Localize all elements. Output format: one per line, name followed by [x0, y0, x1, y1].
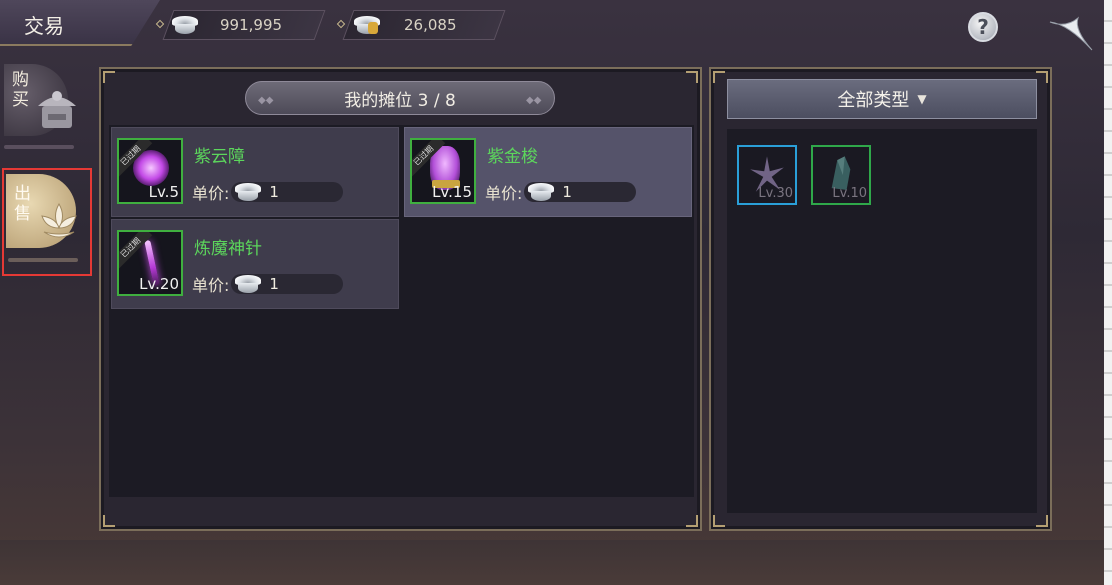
price-value: 1 [269, 183, 279, 201]
price-pill: 1 [524, 182, 637, 202]
bound-silver-currency: 26,085 [352, 10, 457, 40]
purple-shuttle-icon: 已过期 Lv.15 [410, 138, 476, 204]
item-level: Lv.5 [148, 183, 179, 201]
price-value: 1 [562, 183, 572, 201]
silver-ingot-icon [170, 16, 200, 34]
price-label: 单价: [485, 184, 523, 203]
shop-stall-icon [38, 91, 76, 128]
stall-header: ◆◆ 我的摊位 3 / 8 ◆◆ [245, 81, 555, 115]
ornament-icon: ◆◆ [526, 95, 542, 106]
inventory-panel: 全部类型 ▼ Lv.30 Lv.10 [709, 67, 1052, 531]
stall-panel: ◆◆ 我的摊位 3 / 8 ◆◆ 已过期 Lv.5 紫云障 单价: 1 已过期 … [99, 67, 702, 531]
tab-sell[interactable]: 出售 [2, 168, 92, 276]
silver-ingot-icon [233, 183, 263, 201]
stall-item[interactable]: 已过期 Lv.5 紫云障 单价: 1 [111, 127, 399, 217]
tab-sell-label: 出售 [14, 184, 31, 224]
price-pill: 1 [231, 182, 344, 202]
silver-ingot-icon [233, 275, 263, 293]
page-title: 交易 [24, 14, 64, 38]
help-button[interactable]: ? [968, 12, 998, 42]
inventory-item[interactable]: Lv.10 [811, 145, 871, 205]
bound-silver-amount: 26,085 [404, 16, 457, 34]
divider-swirl [4, 145, 74, 149]
silver-amount: 991,995 [220, 16, 283, 34]
item-level: Lv.15 [432, 183, 472, 201]
item-name: 炼魔神针 [194, 239, 262, 259]
silver-currency: 991,995 [170, 10, 282, 40]
divider-swirl [8, 258, 78, 262]
price-label: 单价: [192, 276, 230, 295]
tab-buy-label: 购买 [12, 70, 29, 110]
price-row: 单价: 1 [192, 272, 344, 296]
ornament-icon: ◆◆ [258, 95, 274, 106]
type-filter-label: 全部类型 [837, 90, 910, 111]
close-icon[interactable] [1048, 14, 1096, 54]
magic-needle-icon: 已过期 Lv.20 [117, 230, 183, 296]
item-level: Lv.10 [832, 186, 867, 201]
tab-buy[interactable]: 购买 [4, 64, 88, 156]
price-value: 1 [269, 275, 279, 293]
stall-header-text: 我的摊位 3 / 8 [344, 90, 456, 111]
type-filter-dropdown[interactable]: 全部类型 ▼ [727, 79, 1037, 119]
stall-item[interactable]: 已过期 Lv.15 紫金梭 单价: 1 [404, 127, 692, 217]
bound-silver-ingot-icon [352, 16, 382, 34]
item-level: Lv.30 [758, 186, 793, 201]
lotus-icon [41, 203, 77, 238]
inventory-item[interactable]: Lv.30 [737, 145, 797, 205]
bottom-band [0, 540, 1104, 585]
price-row: 单价: 1 [485, 180, 637, 204]
item-name: 紫云障 [194, 147, 245, 167]
price-pill: 1 [231, 274, 344, 294]
item-name: 紫金梭 [487, 147, 538, 167]
window-edge [1104, 0, 1112, 585]
chevron-down-icon: ▼ [917, 92, 927, 106]
silver-ingot-icon [526, 183, 556, 201]
purple-orb-icon: 已过期 Lv.5 [117, 138, 183, 204]
price-label: 单价: [192, 184, 230, 203]
item-level: Lv.20 [139, 275, 179, 293]
stall-item[interactable]: 已过期 Lv.20 炼魔神针 单价: 1 [111, 219, 399, 309]
price-row: 单价: 1 [192, 180, 344, 204]
